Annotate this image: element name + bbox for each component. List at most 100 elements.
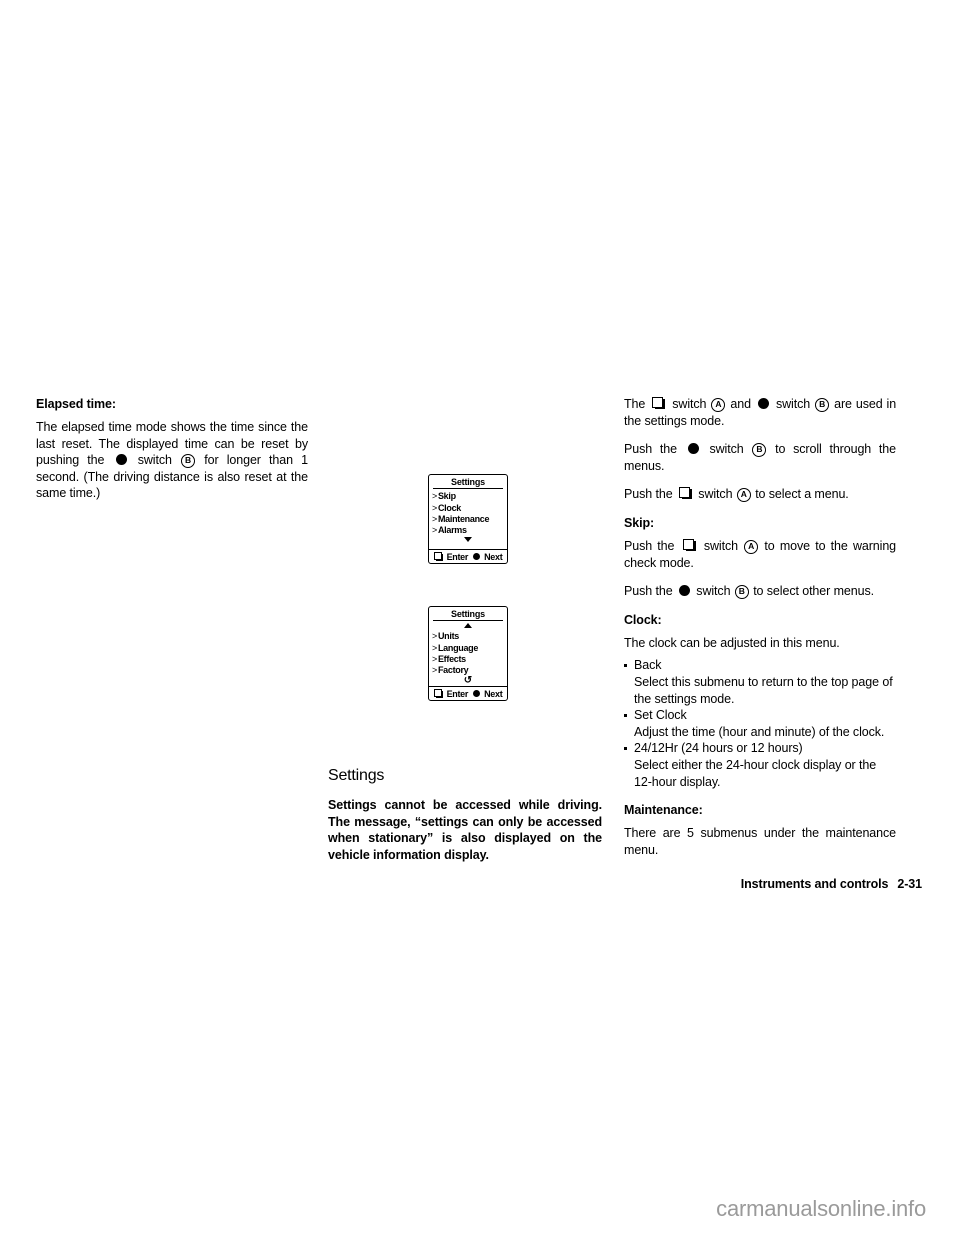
skip-line1-switch-word: switch (703, 538, 738, 553)
skip-line2-part1: Push the (624, 584, 673, 599)
lcd-menu-item-label: Language (437, 642, 479, 653)
page-number: 2-31 (897, 877, 922, 891)
lcd-menu-item-language[interactable]: >Language (432, 643, 507, 654)
round-switch-icon (687, 443, 699, 455)
chevron-right-icon: > (432, 525, 437, 535)
circled-letter-a-icon: A (744, 539, 759, 554)
square-switch-icon (682, 538, 696, 551)
maintenance-paragraph: There are 5 submenus under the maintenan… (624, 826, 896, 857)
lcd-menu-item-label: Factory (437, 665, 469, 675)
lcd-menu-item-label: Clock (437, 502, 461, 513)
round-switch-icon (678, 585, 690, 597)
chevron-right-icon: > (432, 513, 437, 524)
lcd-next-label: Next (484, 551, 503, 562)
switch-intro-part1: The (624, 397, 646, 411)
circled-letter-b-icon: B (815, 398, 830, 412)
clock-bullet-label: Back (634, 658, 662, 673)
skip-paragraph-2: Push the switch B to select other menus. (624, 583, 896, 600)
lcd-menu-item-skip[interactable]: >Skip (432, 491, 507, 502)
skip-paragraph-1: Push the switch A to move to the warning… (624, 538, 896, 571)
lcd-menu-item-label: Maintenance (437, 513, 490, 524)
select-part2: to select a menu. (755, 487, 849, 502)
settings-warning-paragraph: Settings cannot be accessed while drivin… (328, 798, 602, 862)
lcd-softkey-bar-bottom: Enter Next (429, 686, 507, 700)
round-switch-icon (115, 454, 127, 466)
lcd-menu-item-alarms[interactable]: >Alarms (432, 525, 507, 536)
clock-heading: Clock: (624, 612, 662, 627)
lcd-title-bottom: Settings (451, 609, 485, 619)
right-column: The switch A and switch B are used in th… (624, 396, 896, 858)
scroll-instruction-paragraph: Push the switch B to scroll through the … (624, 441, 896, 474)
chevron-right-icon: > (432, 502, 437, 513)
settings-section-title: Settings (328, 767, 385, 784)
square-bullet-icon (624, 664, 627, 668)
chevron-right-icon: > (432, 491, 437, 502)
lcd-menu-item-label: Units (437, 631, 459, 642)
clock-bullet-back-description: Select this submenu to return to the top… (634, 674, 893, 706)
scroll-switch-word: switch (709, 442, 744, 457)
clock-bullet-set-clock-description: Adjust the time (hour and minute) of the… (634, 724, 885, 739)
lcd-title-divider (433, 488, 503, 490)
lcd-next-label: Next (484, 688, 503, 699)
lcd-menu-item-maintenance[interactable]: >Maintenance (432, 514, 507, 525)
lcd-menu-item-clock[interactable]: >Clock (432, 503, 507, 514)
circled-letter-a-icon: A (711, 398, 726, 412)
select-part1: Push the (624, 487, 673, 502)
square-switch-icon (678, 487, 692, 500)
circled-letter-b-icon: B (752, 443, 767, 458)
lcd-menu-list-top: >Skip >Clock >Maintenance >Alarms (429, 490, 507, 536)
elapsed-time-paragraph: The elapsed time mode shows the time sin… (36, 419, 308, 502)
round-switch-icon (473, 690, 481, 697)
clock-bullet-label: Set Clock (634, 708, 687, 723)
site-watermark: carmanualsonline.info (716, 1196, 926, 1221)
lcd-enter-label: Enter (446, 551, 469, 562)
manual-page: Elapsed time: The elapsed time mode show… (0, 0, 960, 1242)
lcd-menu-item-units[interactable]: >Units (432, 631, 507, 642)
maintenance-heading: Maintenance: (624, 803, 703, 818)
middle-column: Settings Settings cannot be accessed whi… (328, 766, 602, 863)
skip-heading: Skip: (624, 515, 655, 530)
switch-intro-word1: switch (672, 397, 707, 411)
skip-line2-switch-word: switch (696, 584, 731, 599)
lcd-menu-item-label: Effects (437, 653, 466, 664)
footer-section-name: Instruments and controls (740, 877, 889, 891)
elapsed-time-switch-word: switch (137, 453, 172, 468)
lcd-menu-item-effects[interactable]: >Effects (432, 654, 507, 665)
square-bullet-icon (624, 714, 627, 718)
clock-bullet-back: Back (624, 657, 896, 674)
lcd-enter-label: Enter (446, 688, 469, 699)
chevron-right-icon: > (432, 653, 437, 664)
scroll-down-arrow-icon (429, 536, 507, 544)
lcd-menu-list-bottom: >Units >Language >Effects >Factory (429, 630, 507, 676)
page-footer: Instruments and controls 2-31 (0, 877, 922, 891)
square-switch-icon (433, 552, 443, 561)
clock-intro-paragraph: The clock can be adjusted in this menu. (624, 635, 840, 650)
round-switch-icon (473, 553, 481, 560)
skip-line2-part2: to select other menus. (753, 584, 874, 599)
switch-intro-word2: switch (775, 397, 811, 411)
select-switch-word: switch (698, 487, 733, 502)
square-switch-icon (433, 689, 443, 698)
chevron-right-icon: > (432, 642, 437, 653)
skip-line1-part1: Push the (624, 538, 675, 553)
circled-letter-a-icon: A (736, 488, 751, 503)
clock-bullet-set-clock: Set Clock (624, 707, 896, 724)
lcd-menu-item-label: Skip (437, 491, 456, 502)
scroll-part1: Push the (624, 442, 677, 457)
lcd-title-top: Settings (451, 477, 485, 487)
switch-intro-paragraph: The switch A and switch B are used in th… (624, 396, 896, 429)
round-switch-icon (757, 398, 769, 409)
select-instruction-paragraph: Push the switch A to select a menu. (624, 486, 896, 503)
elapsed-time-heading: Elapsed time: (36, 397, 116, 411)
square-bullet-icon (624, 747, 627, 751)
clock-bullet-24-12hr: 24/12Hr (24 hours or 12 hours) (624, 740, 896, 757)
circled-letter-b-icon: B (734, 585, 749, 600)
clock-bullet-24-12hr-description: Select either the 24-hour clock display … (634, 757, 877, 789)
return-arrow-icon: ↺ (463, 675, 473, 687)
lcd-softkey-bar-top: Enter Next (429, 549, 507, 563)
switch-intro-and: and (730, 397, 751, 411)
left-column: Elapsed time: The elapsed time mode show… (36, 396, 308, 502)
lcd-settings-screen-page1: Settings >Skip >Clock >Maintenance >Alar… (428, 474, 508, 564)
chevron-right-icon: > (432, 631, 437, 642)
circled-letter-b-icon: B (181, 454, 196, 469)
